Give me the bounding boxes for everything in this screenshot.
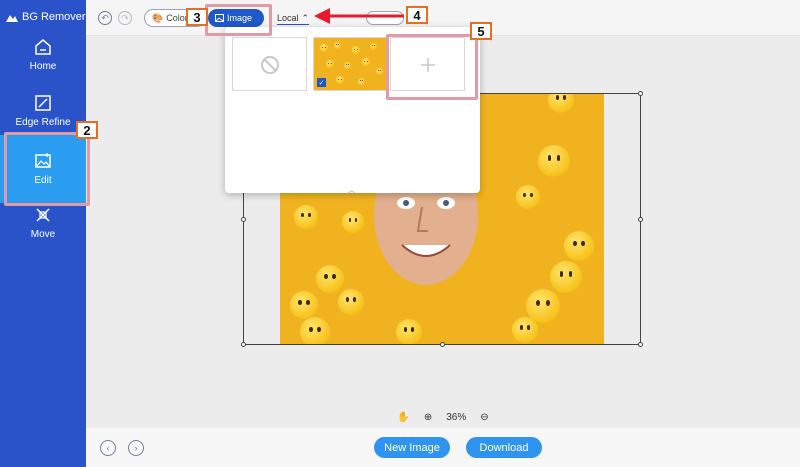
- redo-button[interactable]: ↷: [118, 11, 132, 25]
- sidebar-item-move[interactable]: Move: [0, 206, 86, 242]
- step-2-callout: 2: [76, 121, 98, 139]
- emoji-graphic: [376, 68, 383, 75]
- checkbox-checked-icon: ✓: [317, 78, 326, 87]
- emoji-graphic: [320, 44, 328, 52]
- preset-image-option[interactable]: ✓: [313, 37, 388, 91]
- bottom-bar: ‹ › New Image Download: [86, 428, 800, 467]
- next-button[interactable]: ›: [128, 440, 144, 456]
- zoom-in-icon[interactable]: ⊕: [424, 412, 432, 423]
- local-dropdown[interactable]: Local ⌃: [277, 13, 310, 25]
- resize-handle[interactable]: [241, 217, 246, 222]
- zoom-level: 36%: [446, 411, 467, 423]
- emoji-graphic: [352, 46, 360, 54]
- highlight-image-tab: [205, 4, 272, 36]
- sidebar-item-label: Move: [30, 229, 56, 240]
- hand-tool-icon[interactable]: ✋: [397, 412, 409, 423]
- emoji-graphic: [334, 42, 341, 49]
- emoji-graphic: [344, 62, 351, 69]
- sidebar-item-label: Home: [29, 61, 57, 72]
- zoom-out-icon[interactable]: ⊖: [480, 412, 488, 423]
- undo-button[interactable]: ↶: [98, 11, 112, 25]
- undo-icon: ↶: [101, 12, 109, 23]
- redo-icon: ↷: [121, 12, 129, 23]
- previous-button[interactable]: ‹: [100, 440, 116, 456]
- step-4-callout: 4: [406, 6, 428, 24]
- new-image-button[interactable]: New Image: [374, 437, 450, 458]
- zoom-bar: ✋ ⊕ 36% ⊖: [86, 406, 800, 428]
- step-3-callout: 3: [186, 8, 208, 26]
- highlight-add-image: [386, 34, 478, 100]
- sidebar-item-edge-refine[interactable]: Edge Refine: [0, 94, 86, 134]
- resize-handle[interactable]: [241, 342, 246, 347]
- resize-handle[interactable]: [638, 217, 643, 222]
- move-icon: [36, 208, 50, 222]
- no-background-option[interactable]: [232, 37, 307, 91]
- sidebar-item-label: Edge Refine: [15, 117, 71, 128]
- resize-handle[interactable]: [440, 342, 445, 347]
- collapse-chevron-icon[interactable]: ︿: [347, 183, 356, 196]
- mountain-logo-icon: [6, 15, 18, 22]
- emoji-graphic: [370, 43, 377, 50]
- sidebar-item-home[interactable]: Home: [0, 38, 86, 84]
- sidebar: BG Remover Home Edge Refine Edit Move: [0, 0, 86, 467]
- download-button[interactable]: Download: [466, 437, 542, 458]
- app-title: BG Remover: [22, 11, 86, 23]
- highlight-edit: [4, 132, 90, 206]
- palette-icon: 🎨: [152, 12, 164, 23]
- resize-handle[interactable]: [638, 342, 643, 347]
- step-5-callout: 5: [470, 22, 492, 40]
- emoji-graphic: [358, 78, 365, 85]
- emoji-graphic: [362, 58, 370, 66]
- color-tab-label: Color: [166, 13, 188, 23]
- resize-handle[interactable]: [638, 91, 643, 96]
- chevron-right-icon: ›: [134, 442, 138, 453]
- home-icon: [35, 39, 51, 55]
- emoji-graphic: [326, 60, 334, 68]
- red-arrow-icon: [314, 8, 404, 24]
- app-brand: BG Remover: [6, 11, 86, 23]
- no-background-icon: [261, 56, 279, 74]
- chevron-up-icon: ⌃: [301, 13, 310, 23]
- local-label: Local: [277, 13, 299, 23]
- edge-refine-icon: [35, 95, 51, 111]
- emoji-graphic: [336, 76, 344, 84]
- chevron-left-icon: ‹: [106, 442, 110, 453]
